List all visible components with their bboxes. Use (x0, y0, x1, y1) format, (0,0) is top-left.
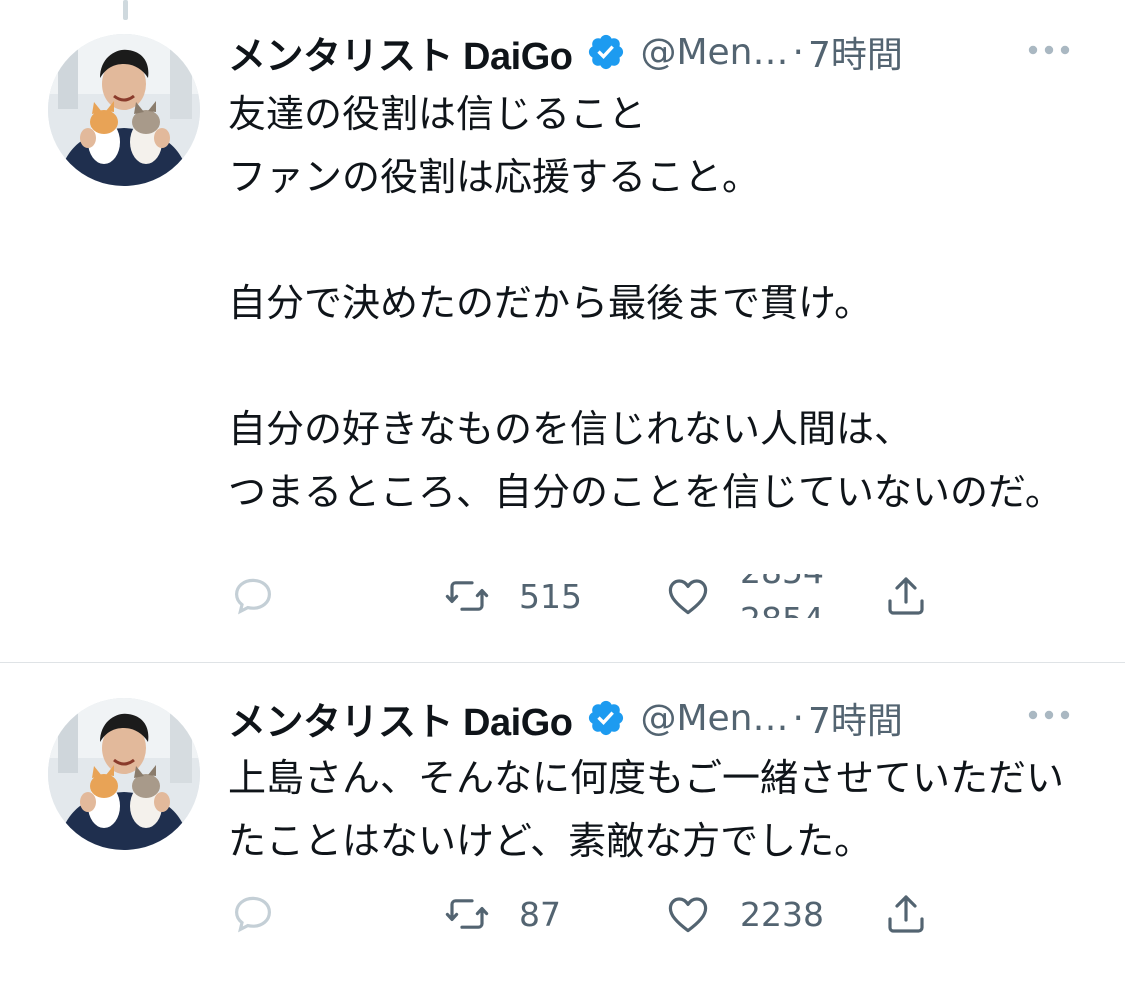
retweet-icon (443, 572, 491, 620)
author-name[interactable]: メンタリスト DaiGo (228, 691, 573, 746)
heart-icon (664, 572, 712, 620)
share-icon (882, 890, 930, 938)
like-button[interactable]: 2238 (664, 884, 824, 944)
share-icon (882, 572, 930, 620)
like-count-animating: 2854 2854 (740, 574, 830, 618)
avatar-image (48, 698, 200, 850)
separator-dot: · (792, 697, 804, 739)
like-button[interactable]: 2854 2854 (664, 566, 830, 626)
like-count-next: 2854 (740, 600, 824, 618)
author-name[interactable]: メンタリスト DaiGo (228, 25, 573, 80)
retweet-count: 515 (519, 576, 582, 616)
retweet-icon (443, 890, 491, 938)
like-count: 2854 (740, 574, 824, 591)
tweet-actions: 87 2238 (0, 884, 1125, 944)
tweet-text: 上島さん、そんなに何度もご一緒させていただいたことはないけど、素敵な方でした。 (228, 756, 1065, 863)
more-dots-icon[interactable] (1026, 705, 1072, 725)
tweet[interactable]: メンタリスト DaiGo @Men… · 7時間 上島さん、そんなに何度もご一緒… (0, 663, 1125, 990)
verified-badge-icon (586, 698, 626, 738)
avatar[interactable] (48, 34, 200, 186)
author-handle[interactable]: @Men… (640, 698, 788, 739)
share-button[interactable] (882, 884, 930, 944)
tweet-timestamp[interactable]: 7時間 (808, 692, 903, 744)
avatar-image (48, 34, 200, 186)
tweet-timestamp[interactable]: 7時間 (808, 26, 903, 78)
retweet-button[interactable]: 87 (443, 884, 561, 944)
retweet-button[interactable]: 515 (443, 566, 582, 626)
tweet-header: メンタリスト DaiGo @Men… · 7時間 (228, 688, 903, 748)
separator-dot: · (792, 31, 804, 73)
share-button[interactable] (882, 566, 930, 626)
tweet-actions: 515 2854 2854 (0, 566, 1125, 626)
reply-bubble-icon (229, 890, 277, 938)
heart-icon (664, 890, 712, 938)
reply-button[interactable] (229, 884, 305, 944)
avatar[interactable] (48, 698, 200, 850)
tweet-text: 友達の役割は信じること ファンの役割は応援すること。 自分で決めたのだから最後ま… (228, 92, 1063, 514)
tweet-header: メンタリスト DaiGo @Men… · 7時間 (228, 22, 903, 82)
tweet[interactable]: メンタリスト DaiGo @Men… · 7時間 友達の役割は信じること ファン… (0, 0, 1125, 662)
retweet-count: 87 (519, 894, 561, 934)
verified-badge-icon (586, 32, 626, 72)
reply-bubble-icon (229, 572, 277, 620)
more-dots-icon[interactable] (1026, 40, 1072, 60)
like-count: 2238 (740, 894, 824, 934)
reply-button[interactable] (229, 566, 305, 626)
author-handle[interactable]: @Men… (640, 32, 788, 73)
